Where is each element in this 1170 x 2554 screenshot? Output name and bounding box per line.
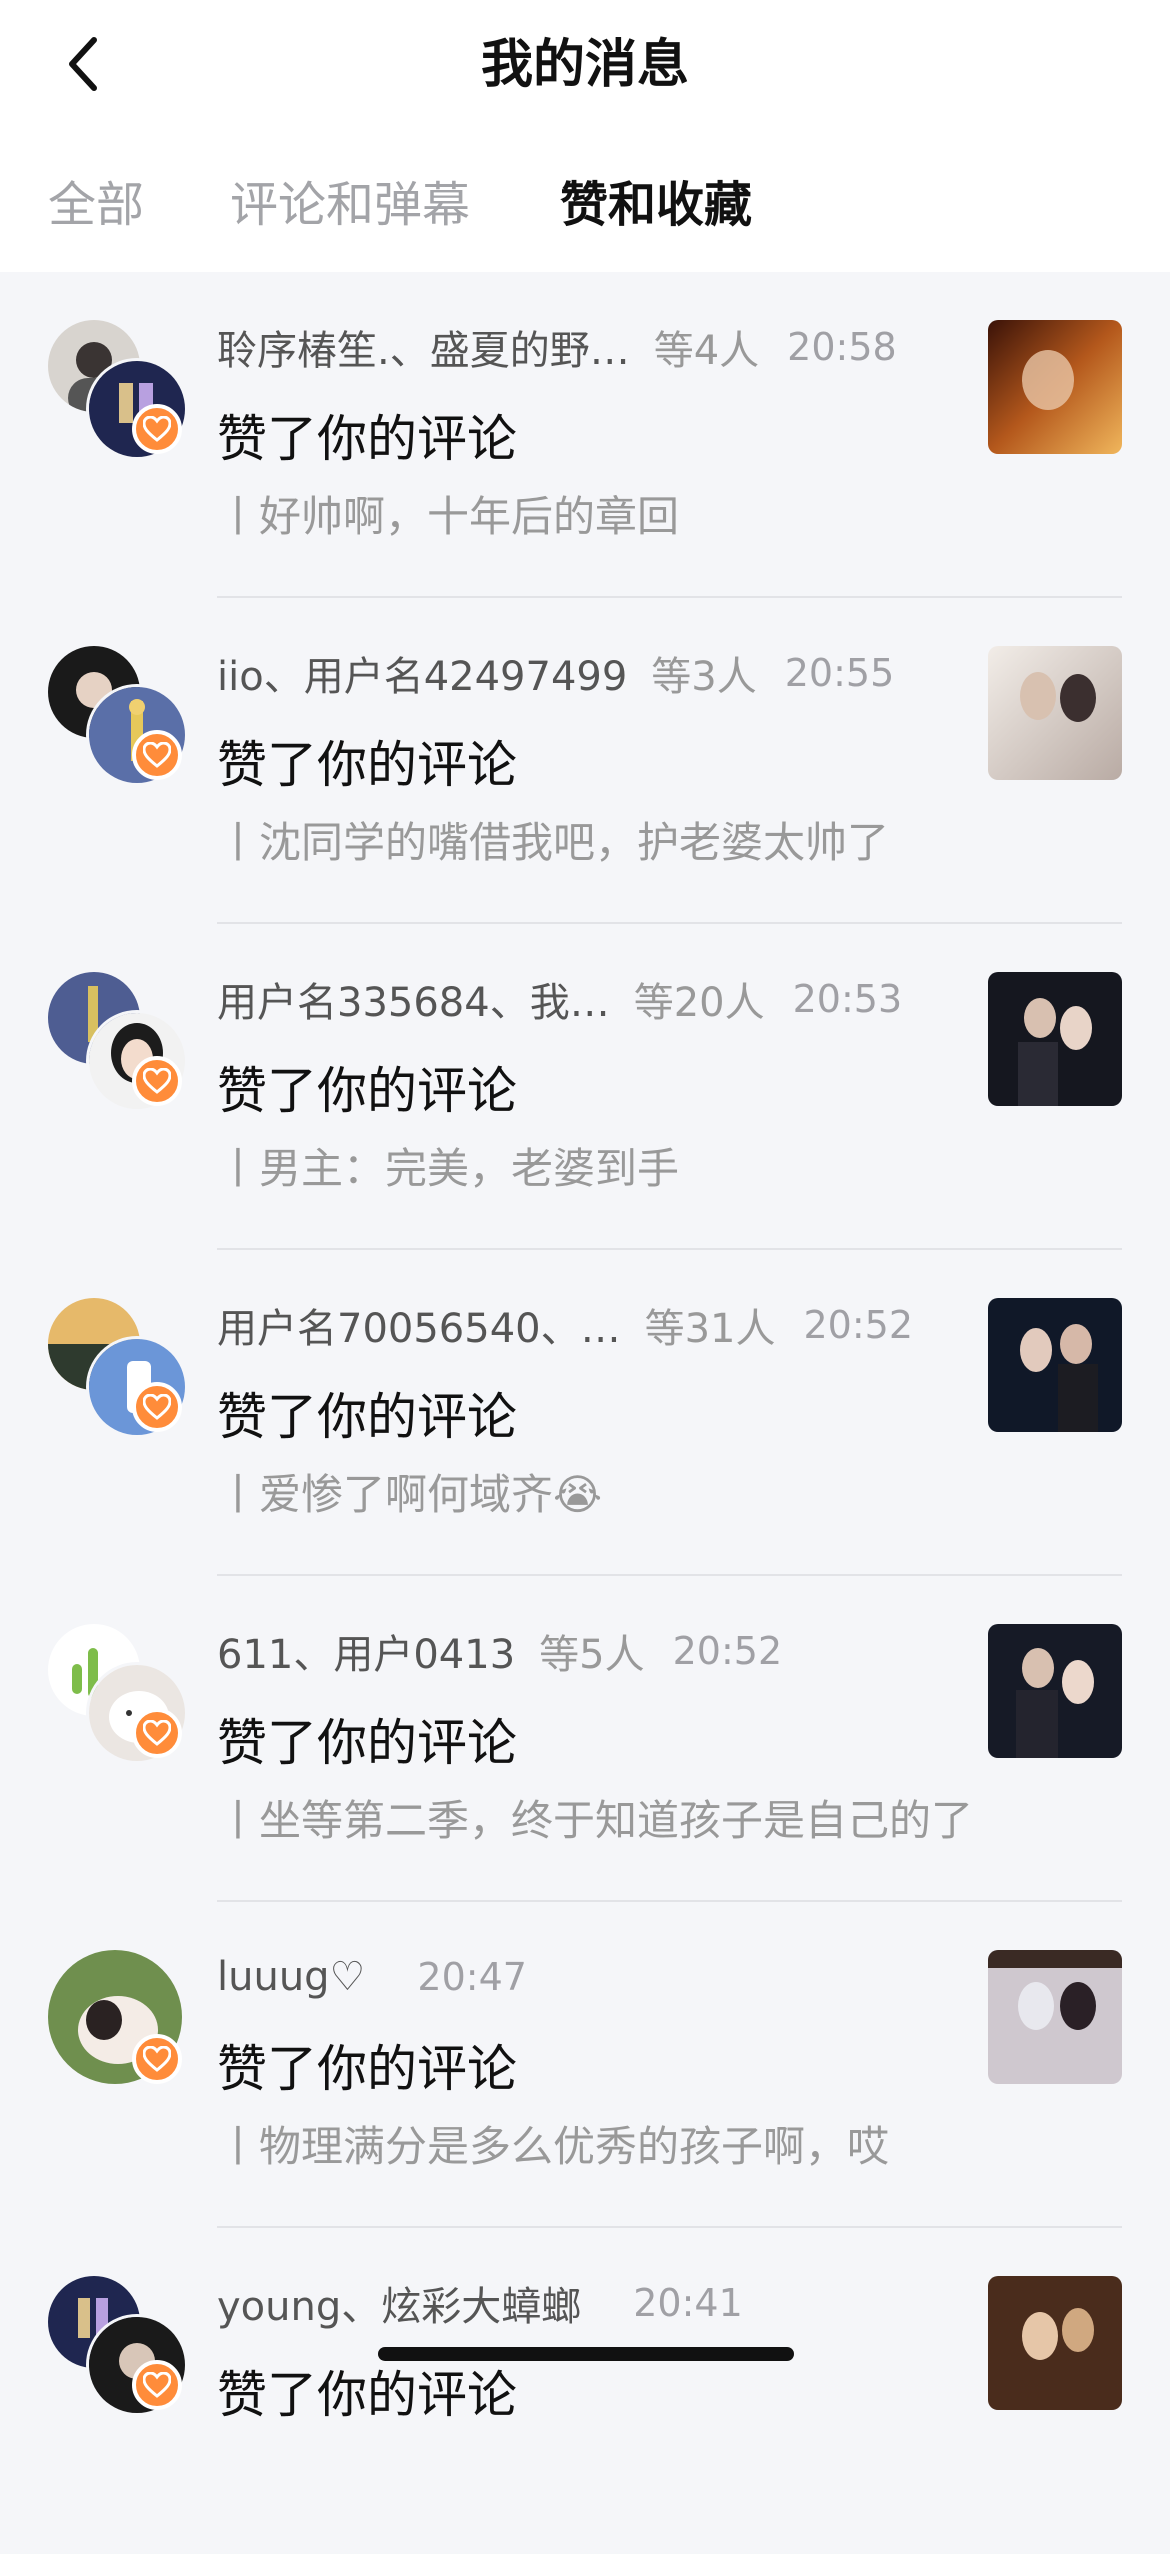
timestamp: 20:55	[784, 651, 895, 695]
action-text: 赞了你的评论	[217, 410, 517, 468]
others-count: 等4人	[653, 328, 760, 374]
notification-meta: 用户名70056540、… 等31人 20:52	[217, 1294, 950, 1356]
tab-comments-danmaku[interactable]: 评论和弹幕	[230, 168, 470, 242]
heart-badge	[132, 2034, 182, 2084]
action-text: 赞了你的评论	[217, 1062, 517, 1120]
notification-item[interactable]: 用户名335684、我… 等20人 20:53 赞了你的评论 丨男主：完美，老婆…	[0, 924, 1170, 1250]
comment-quote[interactable]: 丨物理满分是多么优秀的孩子啊，哎	[217, 2116, 889, 2178]
heart-icon	[143, 416, 171, 442]
action-text: 赞了你的评论	[217, 1388, 517, 1446]
action-text: 赞了你的评论	[217, 1714, 517, 1772]
home-indicator[interactable]	[378, 2347, 794, 2361]
page-title: 我的消息	[480, 35, 689, 95]
video-thumbnail[interactable]	[988, 2276, 1122, 2410]
others-count: 等3人	[651, 654, 757, 700]
avatar-group[interactable]	[48, 1950, 188, 2090]
action-text: 赞了你的评论	[217, 2366, 517, 2424]
timestamp: 20:58	[787, 325, 897, 369]
notification-meta: 聆序椿笙.、盛夏的野… 等4人 20:58	[217, 316, 950, 378]
user-names[interactable]: young、炫彩大蟑螂	[217, 2274, 581, 2332]
tab-bar: 全部 评论和弹幕 赞和收藏	[0, 168, 1170, 242]
timestamp: 20:52	[803, 1303, 914, 1347]
heart-badge	[132, 404, 182, 454]
notification-item[interactable]: iio、用户名42497499 等3人 20:55 赞了你的评论 丨沈同学的嘴借…	[0, 598, 1170, 924]
heart-icon	[143, 2046, 171, 2072]
notification-list: 聆序椿笙.、盛夏的野… 等4人 20:58 赞了你的评论 丨好帅啊，十年后的章回…	[0, 272, 1170, 2554]
notification-meta: young、炫彩大蟑螂 20:41	[217, 2272, 950, 2334]
user-names[interactable]: 用户名335684、我…	[217, 970, 610, 1028]
timestamp: 20:52	[672, 1629, 783, 1673]
heart-badge	[132, 2360, 182, 2410]
comment-quote[interactable]: 丨爱惨了啊何域齐😭	[217, 1464, 602, 1526]
video-thumbnail[interactable]	[988, 646, 1122, 780]
comment-quote[interactable]: 丨男主：完美，老婆到手	[217, 1138, 679, 1200]
notification-item[interactable]: 用户名70056540、… 等31人 20:52 赞了你的评论 丨爱惨了啊何域齐…	[0, 1250, 1170, 1576]
user-names[interactable]: luuug♡	[217, 1954, 365, 2000]
heart-icon	[143, 2372, 171, 2398]
comment-quote[interactable]: 丨沈同学的嘴借我吧，护老婆太帅了	[217, 812, 889, 874]
notification-item[interactable]: 聆序椿笙.、盛夏的野… 等4人 20:58 赞了你的评论 丨好帅啊，十年后的章回	[0, 272, 1170, 598]
heart-badge	[132, 1382, 182, 1432]
user-names[interactable]: 聆序椿笙.、盛夏的野…	[217, 318, 630, 376]
heart-badge	[132, 1056, 182, 1106]
header: 我的消息 全部 评论和弹幕 赞和收藏	[0, 0, 1170, 272]
comment-quote[interactable]: 丨好帅啊，十年后的章回	[217, 486, 679, 548]
notification-meta: iio、用户名42497499 等3人 20:55	[217, 642, 950, 704]
heart-badge	[132, 1708, 182, 1758]
notification-item[interactable]: 611、用户0413 等5人 20:52 赞了你的评论 丨坐等第二季，终于知道孩…	[0, 1576, 1170, 1902]
avatar-group[interactable]	[48, 1298, 188, 1438]
notification-item[interactable]: young、炫彩大蟑螂 20:41 赞了你的评论	[0, 2228, 1170, 2554]
heart-icon	[143, 1394, 171, 1420]
video-thumbnail[interactable]	[988, 1298, 1122, 1432]
notification-item[interactable]: luuug♡ 20:47 赞了你的评论 丨物理满分是多么优秀的孩子啊，哎	[0, 1902, 1170, 2228]
avatar-group[interactable]	[48, 646, 188, 786]
action-text: 赞了你的评论	[217, 2040, 517, 2098]
video-thumbnail[interactable]	[988, 1950, 1122, 2084]
user-names[interactable]: 611、用户0413	[217, 1622, 515, 1680]
timestamp: 20:41	[633, 2281, 743, 2325]
user-names[interactable]: 用户名70056540、…	[217, 1296, 621, 1354]
heart-icon	[143, 1068, 171, 1094]
notification-meta: 用户名335684、我… 等20人 20:53	[217, 968, 950, 1030]
avatar-group[interactable]	[48, 972, 188, 1112]
video-thumbnail[interactable]	[988, 972, 1122, 1106]
others-count: 等31人	[644, 1306, 776, 1352]
heart-icon	[143, 742, 171, 768]
tab-all[interactable]: 全部	[48, 168, 144, 242]
avatar-group[interactable]	[48, 320, 188, 460]
heart-badge	[132, 730, 182, 780]
others-count: 等20人	[633, 980, 765, 1026]
video-thumbnail[interactable]	[988, 320, 1122, 454]
timestamp: 20:53	[792, 977, 903, 1021]
heart-icon	[143, 1720, 171, 1746]
timestamp: 20:47	[417, 1955, 527, 1999]
avatar-group[interactable]	[48, 1624, 188, 1764]
others-count: 等5人	[539, 1632, 645, 1678]
tab-likes-favorites[interactable]: 赞和收藏	[560, 168, 752, 242]
comment-quote[interactable]: 丨坐等第二季，终于知道孩子是自己的了	[217, 1790, 973, 1852]
action-text: 赞了你的评论	[217, 736, 517, 794]
notification-meta: luuug♡ 20:47	[217, 1946, 950, 2008]
video-thumbnail[interactable]	[988, 1624, 1122, 1758]
notification-meta: 611、用户0413 等5人 20:52	[217, 1620, 950, 1682]
user-names[interactable]: iio、用户名42497499	[217, 644, 627, 702]
avatar-group[interactable]	[48, 2276, 188, 2416]
